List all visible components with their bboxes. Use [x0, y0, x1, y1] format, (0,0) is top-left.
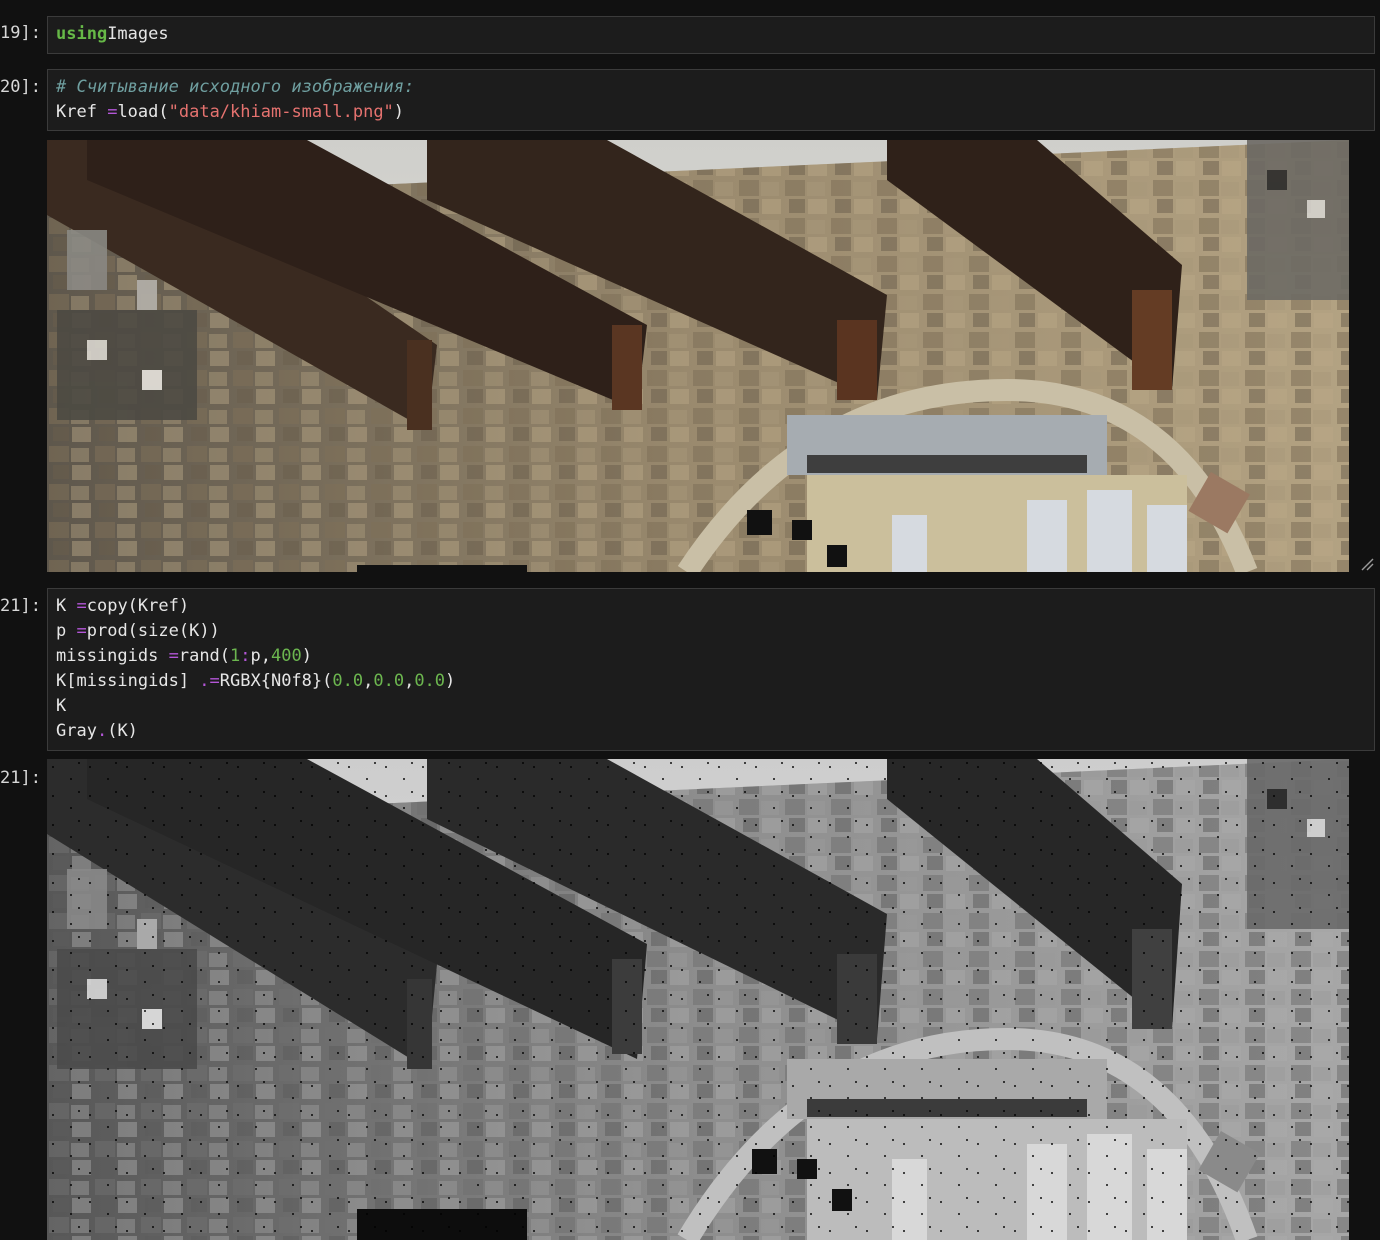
- code-token: # Считывание исходного изображения:: [56, 77, 415, 97]
- code-token: Images: [107, 24, 169, 44]
- code-token: .: [96, 721, 108, 741]
- code-token: =: [76, 596, 87, 616]
- output-image-color: [47, 140, 1349, 572]
- cell-prompt-20: 20]:: [0, 77, 41, 97]
- code-token: RGBX{N0f8}(: [219, 671, 333, 691]
- code-cell-20[interactable]: # Считывание исходного изображения: Kref …: [47, 69, 1375, 131]
- code-line: K =copy(Kref): [56, 594, 1366, 619]
- code-line: K: [56, 694, 1366, 719]
- code-token: :: [240, 646, 251, 666]
- interior-photo-gray: [47, 759, 1349, 1240]
- code-token: =: [107, 102, 118, 122]
- code-cell-21[interactable]: K =copy(Kref) p =prod(size(K)) missingids …: [47, 588, 1375, 751]
- code-token: rand(: [178, 646, 231, 666]
- code-token: 1: [230, 646, 241, 666]
- code-token: copy(Kref): [86, 596, 190, 616]
- code-token: ): [301, 646, 312, 666]
- code-token: ,: [404, 671, 415, 691]
- resize-handle-icon[interactable]: [1360, 557, 1374, 571]
- code-token: 0.0: [373, 671, 405, 691]
- code-token: =: [168, 646, 179, 666]
- code-cell-19[interactable]: usingImages: [47, 16, 1375, 54]
- code-token: ,: [363, 671, 374, 691]
- cell-prompt-21: 21]:: [0, 596, 41, 616]
- code-line: Gray.(K): [56, 719, 1366, 744]
- code-token: K: [56, 596, 77, 616]
- code-token: .=: [199, 671, 220, 691]
- code-token: Gray: [56, 721, 97, 741]
- code-line: Kref =load("data/khiam-small.png"): [56, 100, 1366, 125]
- code-token: p: [56, 621, 77, 641]
- code-token: ): [445, 671, 456, 691]
- code-token: (K): [107, 721, 138, 741]
- code-token: 0.0: [414, 671, 446, 691]
- code-line: missingids =rand(1:p,400): [56, 644, 1366, 669]
- chandelier-right: [1247, 140, 1349, 300]
- code-token: 0.0: [332, 671, 364, 691]
- code-line: usingImages: [56, 22, 1366, 47]
- code-line: K[missingids] .=RGBX{N0f8}(0.0,0.0,0.0): [56, 669, 1366, 694]
- code-token: K[missingids]: [56, 671, 200, 691]
- code-token: load(: [117, 102, 169, 122]
- code-token: prod(size(K)): [86, 621, 220, 641]
- code-token: p,: [250, 646, 272, 666]
- output-image-gray: [47, 759, 1349, 1240]
- cell-prompt-19: 19]:: [0, 23, 41, 43]
- code-token: "data/khiam-small.png": [168, 102, 394, 122]
- code-line: # Считывание исходного изображения:: [56, 75, 1366, 100]
- code-token: ): [393, 102, 405, 122]
- interior-photo-color: [47, 140, 1349, 572]
- output-prompt-21: 21]:: [0, 768, 41, 788]
- code-token: Kref: [56, 102, 108, 122]
- code-token: =: [76, 621, 87, 641]
- code-token: K: [56, 696, 67, 716]
- code-token: using: [56, 24, 108, 44]
- code-token: missingids: [56, 646, 169, 666]
- code-line: p =prod(size(K)): [56, 619, 1366, 644]
- code-token: 400: [271, 646, 302, 666]
